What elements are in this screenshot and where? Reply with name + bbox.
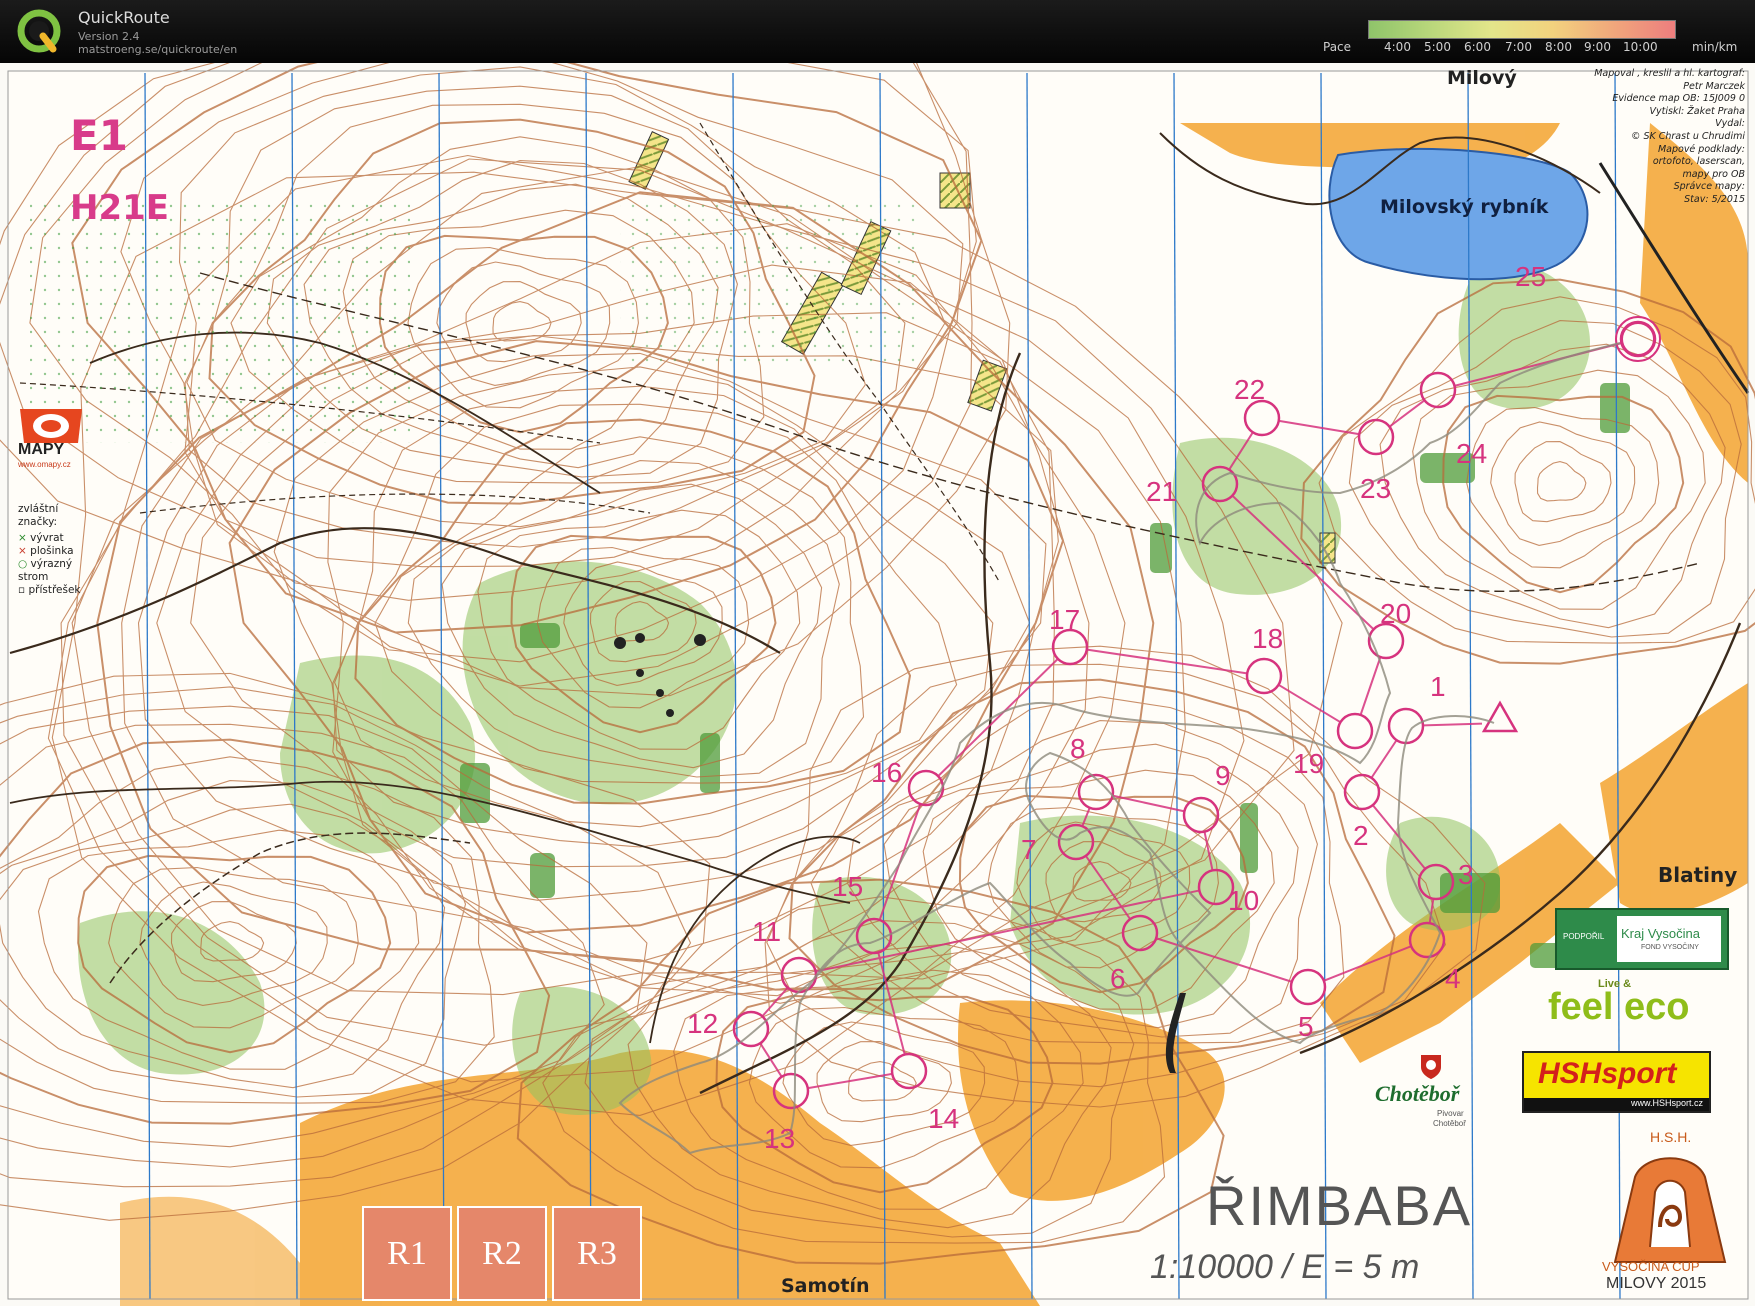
quickroute-logo-icon	[17, 9, 61, 53]
place-milovy: Milový	[1447, 67, 1517, 89]
place-lake: Milovský rybník	[1380, 196, 1549, 218]
map-credits: Mapoval , kreslil a hl. kartograf: Petr M…	[1560, 68, 1745, 207]
cup-place: MILOVY 2015	[1606, 1275, 1707, 1292]
pace-tick-label: 4:00	[1384, 40, 1411, 54]
credit-line: Vytiskl: Žaket Praha	[1649, 105, 1745, 117]
credit-line: mapy pro OB	[1682, 168, 1745, 180]
sponsor-kraj-panel: Kraj Vysočina FOND VYSOČINY	[1617, 916, 1721, 962]
relay-box-r2: R2	[457, 1206, 547, 1301]
chotebor-name: Chotěboř	[1375, 1081, 1460, 1106]
chotebor-crest-icon	[1421, 1055, 1441, 1079]
sponsor-kraj-small: PODPOŘIL	[1563, 932, 1605, 941]
cup-arch-icon	[1613, 1157, 1727, 1263]
credit-line: Evidence map OB: 15J009 0	[1612, 93, 1745, 105]
pace-tick-label: 6:00	[1464, 40, 1491, 54]
point-features-area	[30, 203, 410, 443]
orienteering-map[interactable]: E1 H21E Milový Milovský rybník Blatiny S…	[0, 63, 1755, 1306]
credit-line: Správce mapy:	[1673, 181, 1745, 193]
sponsor-feel-eco: Live & feel eco	[1548, 978, 1738, 1028]
sponsor-chotebor: Chotěboř Pivovar Chotěboř	[1375, 1053, 1495, 1133]
hsh-name: HSHsport	[1538, 1057, 1677, 1090]
legend-title: zvláštní značky:	[18, 503, 59, 528]
legend-item-plosinka: × plošinka	[18, 545, 74, 557]
class-label: E1	[70, 111, 128, 160]
cross-icon: ×	[18, 545, 27, 557]
omapy-logo: MAPY www.omapy.cz	[16, 403, 86, 473]
credit-line: Stav: 5/2015	[1684, 193, 1745, 205]
map-title: ŘIMBABA	[1206, 1174, 1473, 1237]
pace-tick-label: 10:00	[1623, 40, 1658, 54]
pace-tick-label: 5:00	[1424, 40, 1451, 54]
credit-line: ortofoto, laserscan,	[1652, 156, 1745, 168]
legend-item-strom: ○ výrazný strom	[18, 558, 73, 583]
pace-tick-label: 9:00	[1584, 40, 1611, 54]
special-symbols-legend: zvláštní značky: × vývrat × plošinka ○ v…	[18, 503, 93, 597]
credit-line: Mapoval , kreslil a hl. kartograf:	[1594, 68, 1745, 79]
legend-item-vyvrat: × vývrat	[18, 532, 64, 544]
chotebor-sub1: Pivovar	[1437, 1109, 1464, 1118]
relay-box-r1: R1	[362, 1206, 452, 1301]
sponsor-kraj-sub: FOND VYSOČINY	[1641, 944, 1699, 951]
map-scale: 1:10000 / E = 5 m	[1150, 1248, 1420, 1286]
relay-box-r3: R3	[552, 1206, 642, 1301]
sponsor-hsh: HSHsport www.HSHsport.cz	[1522, 1051, 1711, 1113]
pace-color-scale	[1368, 20, 1676, 39]
cup-top-label: H.S.H.	[1650, 1129, 1692, 1145]
vysocina-cup-logo: H.S.H. VYSOČINA CUP MILOVY 2015	[1600, 1129, 1740, 1299]
credit-line: Petr Marczek	[1683, 80, 1745, 92]
app-url[interactable]: matstroeng.se/quickroute/en	[78, 43, 237, 56]
place-samotin: Samotín	[781, 1275, 870, 1297]
credit-line: © SK Chrast u Chrudimi	[1630, 130, 1745, 142]
pace-tick-label: 8:00	[1545, 40, 1572, 54]
sponsor-kraj-vysocina: PODPOŘIL Kraj Vysočina FOND VYSOČINY	[1555, 908, 1729, 970]
relay-boxes: R1 R2 R3	[362, 1206, 647, 1301]
legend-item-pristresek: ▫ přístřešek	[18, 584, 81, 596]
dot-icon: ▫	[18, 584, 26, 596]
omapy-url: www.omapy.cz	[18, 460, 71, 469]
feel-eco-name: feel eco	[1548, 986, 1690, 1028]
pace-label: Pace	[1323, 40, 1352, 54]
omapy-text: MAPY	[18, 441, 65, 458]
credit-line: Vydal:	[1715, 118, 1745, 130]
category-label: H21E	[70, 188, 169, 228]
pace-unit-label: min/km	[1692, 40, 1738, 54]
hsh-url: www.HSHsport.cz	[1524, 1098, 1709, 1111]
pace-tick-label: 7:00	[1505, 40, 1532, 54]
title-bar: QuickRoute Version 2.4 matstroeng.se/qui…	[0, 0, 1755, 63]
place-blatiny: Blatiny	[1658, 863, 1738, 887]
cross-icon: ×	[18, 532, 27, 544]
app-name: QuickRoute	[78, 8, 170, 27]
app-version: Version 2.4	[78, 30, 140, 43]
point-features-area-2	[620, 203, 920, 363]
credit-line: Mapové podklady:	[1657, 143, 1745, 155]
sponsor-kraj-name: Kraj Vysočina	[1621, 926, 1700, 941]
chotebor-sub2: Chotěboř	[1433, 1119, 1466, 1128]
cup-name: VYSOČINA CUP	[1602, 1259, 1700, 1274]
circle-icon: ○	[18, 558, 28, 570]
